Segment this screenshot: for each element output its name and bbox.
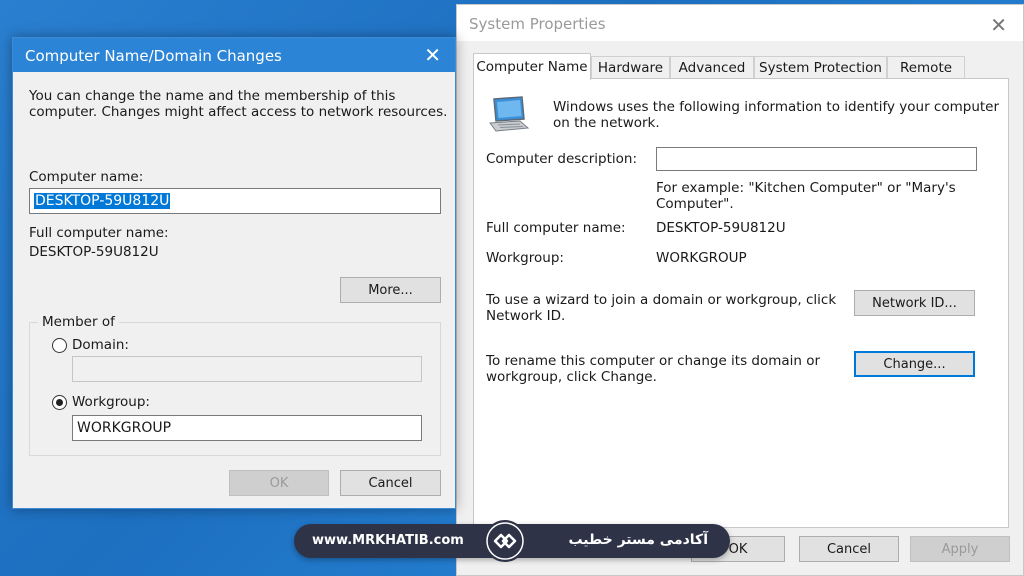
more-button[interactable]: More...: [340, 277, 441, 303]
computer-name-input-value: DESKTOP-59U812U: [34, 193, 171, 209]
intro-text-line1: You can change the name and the membersh…: [29, 88, 396, 104]
domain-radio[interactable]: [52, 338, 67, 353]
rename-text-line1: To rename this computer or change its do…: [486, 353, 821, 369]
tab-hardware[interactable]: Hardware: [591, 56, 670, 79]
full-computer-name-label: Full computer name:: [29, 225, 169, 241]
window-title: System Properties: [469, 15, 606, 33]
close-icon[interactable]: ✕: [990, 13, 1007, 37]
tab-remote[interactable]: Remote: [887, 56, 965, 79]
cancel-button[interactable]: Cancel: [340, 470, 441, 496]
example-text-line1: For example: "Kitchen Computer" or "Mary…: [656, 180, 956, 196]
cancel-button[interactable]: Cancel: [799, 536, 899, 562]
system-properties-titlebar[interactable]: System Properties ✕: [457, 5, 1023, 41]
watermark-brand: آکادمی مستر خطیب: [568, 532, 708, 548]
full-computer-name-label: Full computer name:: [486, 220, 626, 236]
computer-description-label: Computer description:: [486, 151, 638, 167]
full-computer-name-value: DESKTOP-59U812U: [656, 220, 786, 236]
computer-description-input[interactable]: [656, 147, 977, 171]
watermark-url: www.MRKHATIB.com: [312, 533, 464, 548]
ok-button[interactable]: OK: [229, 470, 329, 496]
intro-text-line2: computer. Changes might affect access to…: [29, 104, 448, 120]
domain-input[interactable]: [72, 356, 422, 382]
rename-text-line2: workgroup, click Change.: [486, 369, 657, 385]
close-icon[interactable]: ✕: [424, 43, 441, 67]
workgroup-radio[interactable]: [52, 395, 67, 410]
workgroup-label: Workgroup:: [486, 250, 564, 266]
computer-name-tab-panel: Windows uses the following information t…: [473, 78, 1009, 528]
computer-name-input[interactable]: DESKTOP-59U812U: [29, 188, 441, 214]
workgroup-label: Workgroup:: [72, 394, 150, 410]
member-of-group: Member of Domain: Workgroup: WORKGROUP: [29, 314, 441, 456]
watermark-banner: www.MRKHATIB.com آکادمی مستر خطیب: [294, 520, 730, 562]
example-text-line2: Computer".: [656, 196, 734, 212]
system-properties-window: System Properties ✕ Computer Name Hardwa…: [456, 4, 1024, 576]
change-button[interactable]: Change...: [854, 351, 975, 377]
member-of-label: Member of: [38, 314, 119, 330]
tab-computer-name[interactable]: Computer Name: [473, 53, 591, 80]
full-computer-name-value: DESKTOP-59U812U: [29, 244, 159, 260]
intro-text-line1: Windows uses the following information t…: [553, 99, 1000, 115]
computer-icon: [489, 96, 530, 132]
name-changes-titlebar[interactable]: Computer Name/Domain Changes ✕: [13, 38, 455, 72]
workgroup-input[interactable]: WORKGROUP: [72, 415, 422, 441]
computer-name-changes-dialog: Computer Name/Domain Changes ✕ You can c…: [12, 37, 456, 509]
computer-name-label: Computer name:: [29, 169, 144, 185]
apply-button[interactable]: Apply: [910, 536, 1010, 562]
wizard-text-line1: To use a wizard to join a domain or work…: [486, 292, 837, 308]
network-id-button[interactable]: Network ID...: [854, 290, 975, 316]
wizard-text-line2: Network ID.: [486, 308, 566, 324]
brand-logo-icon: [484, 520, 526, 562]
dialog-title: Computer Name/Domain Changes: [25, 47, 282, 65]
tab-system-protection[interactable]: System Protection: [754, 56, 887, 79]
intro-text-line2: on the network.: [553, 115, 660, 131]
tab-advanced[interactable]: Advanced: [670, 56, 754, 79]
domain-label: Domain:: [72, 337, 129, 353]
workgroup-value: WORKGROUP: [656, 250, 747, 266]
